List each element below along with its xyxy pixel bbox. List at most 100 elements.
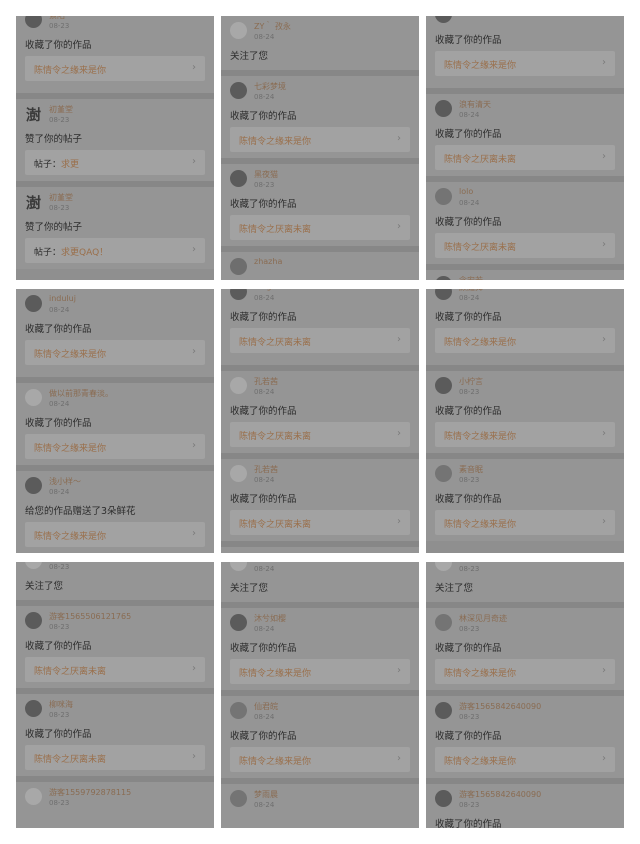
avatar[interactable] xyxy=(435,16,452,23)
username-link[interactable]: 沐兮如樱 xyxy=(254,613,286,624)
notification-item[interactable]: 念安若 xyxy=(426,264,624,280)
username-link[interactable]: 游客1565506121765 xyxy=(49,611,131,622)
avatar[interactable] xyxy=(230,702,247,719)
notification-item[interactable]: 浪有清天 08-24 收藏了你的作品 陈情令之厌离未离 › xyxy=(426,88,624,176)
username-link[interactable]: 梦雨晨 xyxy=(254,789,278,800)
avatar[interactable] xyxy=(435,377,452,394)
notification-item[interactable]: 沐兮如樱 08-24 收藏了你的作品 陈情令之缘来是你 › xyxy=(221,602,419,690)
work-link-card[interactable]: 陈情令之缘来是你 › xyxy=(230,127,410,152)
avatar[interactable] xyxy=(25,562,42,569)
username-link[interactable]: 顾庭舞 xyxy=(459,289,483,293)
username-link[interactable]: 游客1559792878115 xyxy=(49,787,131,798)
avatar[interactable] xyxy=(435,100,452,117)
work-link-card[interactable]: 陈情令之缘来是你 › xyxy=(25,340,205,365)
avatar[interactable] xyxy=(435,790,452,807)
notification-item[interactable]: 做以前那青春淡。 08-24 收藏了你的作品 陈情令之缘来是你 › xyxy=(16,377,214,465)
username-link[interactable]: 初堇堂 xyxy=(49,104,73,115)
username-link[interactable]: 游客1565842640090 xyxy=(459,789,541,800)
work-link-card[interactable]: 陈情令之缘来是你 › xyxy=(25,522,205,547)
username-link[interactable]: 林深见月奇迹 xyxy=(459,613,507,624)
notification-item[interactable]: 顾庭舞08-24 收藏了你的作品陈情令之缘来是你 › xyxy=(426,289,624,365)
notification-item[interactable]: 浅小样～ 08-24 给您的作品赠送了3朵鲜花 陈情令之缘来是你 › xyxy=(16,465,214,553)
notification-item[interactable]: 林下贝佳08-23 关注了您 xyxy=(426,562,624,602)
username-link[interactable]: 柳咪海 xyxy=(49,699,73,710)
work-link-card[interactable]: 陈情令之缘来是你 › xyxy=(435,328,615,353)
avatar[interactable] xyxy=(435,188,452,205)
avatar[interactable] xyxy=(230,465,247,482)
notification-item[interactable] xyxy=(221,541,419,553)
notification-item[interactable]: induluj 08-24 收藏了你的作品 陈情令之缘来是你 › xyxy=(16,289,214,377)
notification-item[interactable]: 幻枫08-24 关注了您 xyxy=(221,562,419,602)
username-link[interactable]: 素音眠 xyxy=(459,464,483,475)
notification-item[interactable]: bingchee 08-24 收藏了你的作品陈情令之厌离未离 › xyxy=(221,289,419,365)
avatar[interactable] xyxy=(230,289,247,300)
avatar[interactable] xyxy=(230,170,247,187)
avatar[interactable] xyxy=(230,614,247,631)
work-link-card[interactable]: 帖子：求更 › xyxy=(25,150,205,175)
avatar[interactable] xyxy=(435,562,452,571)
notification-item[interactable]: 澍初堇堂 08-23 赞了你的帖子 帖子：求更QAQ！ › xyxy=(16,181,214,269)
notification-item[interactable]: 小柠言 08-23 收藏了你的作品 陈情令之缘来是你 › xyxy=(426,365,624,453)
avatar[interactable] xyxy=(435,276,452,280)
work-link-card[interactable]: 陈情令之厌离未离 › xyxy=(230,215,410,240)
username-link[interactable]: ZY｀ 孜永 xyxy=(254,21,291,32)
notification-item[interactable]: zhazha xyxy=(221,246,419,280)
work-link-card[interactable]: 陈情令之缘来是你 › xyxy=(435,422,615,447)
work-link-card[interactable]: 陈情令之厌离未离 › xyxy=(435,233,615,258)
notification-item[interactable]: 澍初堇堂 08-23 赞了你的帖子 帖子：求更 › xyxy=(16,93,214,181)
work-link-card[interactable]: 陈情令之厌离未离 › xyxy=(230,510,410,535)
avatar[interactable] xyxy=(25,477,42,494)
notification-item[interactable]: 游客1565842640090 08-23 收藏了你的作品 陈情令之缘来是你 › xyxy=(426,690,624,778)
notification-item[interactable]: lolo 08-24 收藏了你的作品 陈情令之厌离未离 › xyxy=(426,176,624,264)
username-link[interactable]: 浅小样～ xyxy=(49,476,81,487)
notification-item[interactable]: 七彩梦境 08-24 收藏了你的作品 陈情令之缘来是你 › xyxy=(221,70,419,158)
username-link[interactable]: 幻枫 xyxy=(254,562,270,564)
avatar[interactable] xyxy=(435,702,452,719)
avatar[interactable] xyxy=(230,377,247,394)
notification-item[interactable]: 游客1565506121765 08-23 收藏了你的作品 陈情令之厌离未离 › xyxy=(16,600,214,688)
avatar[interactable] xyxy=(230,562,247,571)
notification-item[interactable]: 孔若茜 08-24 收藏了你的作品 陈情令之厌离未离 › xyxy=(221,453,419,541)
username-link[interactable]: 做以前那青春淡。 xyxy=(49,388,113,399)
work-link-card[interactable]: 陈情令之厌离未离 › xyxy=(435,145,615,170)
notification-item[interactable]: 素音眠 08-23 收藏了你的作品 陈情令之缘来是你 › xyxy=(426,453,624,541)
notification-item[interactable]: 游客1559792878115 08-23 xyxy=(16,776,214,828)
username-link[interactable]: 黑夜猫 xyxy=(254,169,278,180)
avatar[interactable] xyxy=(25,295,42,312)
work-link-card[interactable]: 陈情令之缘来是你 › xyxy=(25,434,205,459)
notification-item[interactable]: 仙君皖 08-24 收藏了你的作品 陈情令之缘来是你 › xyxy=(221,690,419,778)
username-link[interactable]: 念安若 xyxy=(459,275,483,280)
username-link[interactable]: 初堇堂 xyxy=(49,192,73,203)
notification-item[interactable]: ZY｀ 孜永 08-24 关注了您 xyxy=(221,16,419,70)
notification-item[interactable]: 黑夜猫 08-23 收藏了你的作品 陈情令之厌离未离 › xyxy=(221,158,419,246)
work-link-card[interactable]: 陈情令之缘来是你 › xyxy=(435,51,615,76)
avatar[interactable] xyxy=(435,289,452,300)
notification-item[interactable]: 柳咪海 08-23 收藏了你的作品 陈情令之厌离未离 › xyxy=(16,688,214,776)
username-link[interactable]: 七彩梦境 xyxy=(254,81,286,92)
username-link[interactable]: zhazha xyxy=(254,257,282,266)
username-link[interactable]: bingchee xyxy=(254,289,291,291)
notification-item[interactable]: 游客1565842640090 08-23 收藏了你的作品 xyxy=(426,778,624,828)
username-link[interactable]: 孔若茜 xyxy=(254,464,278,475)
avatar[interactable] xyxy=(25,788,42,805)
username-link[interactable]: 紫陌 xyxy=(49,16,65,21)
username-link[interactable]: 浪有清天 xyxy=(459,99,491,110)
notification-item[interactable]: 心若悦收藏了你的作品陈情令之缘来是你› xyxy=(426,16,624,88)
notification-item[interactable]: 梦雨晨 08-24 xyxy=(221,778,419,828)
work-link-card[interactable]: 陈情令之缘来是你 › xyxy=(435,659,615,684)
avatar[interactable] xyxy=(435,614,452,631)
notification-item[interactable]: Puzzle08-23关注了您 xyxy=(16,562,214,600)
avatar[interactable]: 澍 xyxy=(25,107,42,124)
avatar[interactable] xyxy=(230,258,247,275)
username-link[interactable]: lolo xyxy=(459,187,473,196)
avatar[interactable] xyxy=(25,700,42,717)
username-link[interactable]: 孔若茜 xyxy=(254,376,278,387)
username-link[interactable]: 仙君皖 xyxy=(254,701,278,712)
work-link-card[interactable]: 陈情令之厌离未离 › xyxy=(230,422,410,447)
avatar[interactable] xyxy=(435,465,452,482)
work-link-card[interactable]: 陈情令之缘来是你 › xyxy=(230,659,410,684)
avatar[interactable] xyxy=(230,790,247,807)
avatar[interactable] xyxy=(25,389,42,406)
notification-item[interactable]: 紫陌08-23 收藏了你的作品陈情令之缘来是你 › xyxy=(16,16,214,93)
avatar[interactable] xyxy=(230,82,247,99)
